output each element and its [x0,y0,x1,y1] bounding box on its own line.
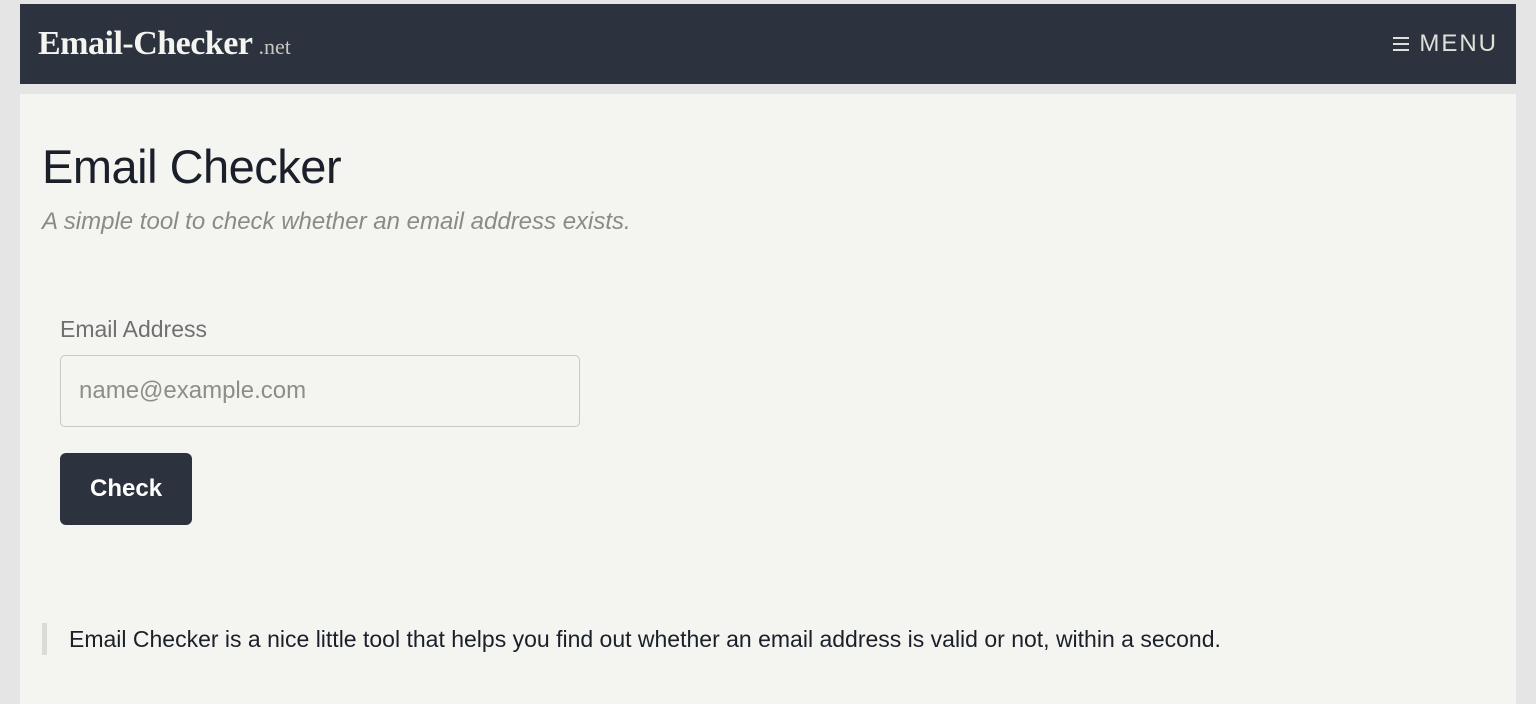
hamburger-icon [1393,37,1409,51]
menu-label: MENU [1419,30,1498,58]
page-title: Email Checker [42,139,1494,194]
email-form: Email Address Check [42,316,1494,525]
site-header: Email-Checker .net MENU [20,4,1516,84]
description-text: Email Checker is a nice little tool that… [42,623,1494,655]
logo-main-text: Email-Checker [38,25,252,63]
main-content: Email Checker A simple tool to check whe… [20,94,1516,704]
email-label: Email Address [60,316,1494,343]
logo-suffix-text: .net [258,34,290,60]
page-subtitle: A simple tool to check whether an email … [42,208,1494,236]
menu-button[interactable]: MENU [1393,30,1498,58]
site-logo[interactable]: Email-Checker .net [38,25,291,63]
check-button[interactable]: Check [60,453,192,525]
email-input[interactable] [60,355,580,427]
